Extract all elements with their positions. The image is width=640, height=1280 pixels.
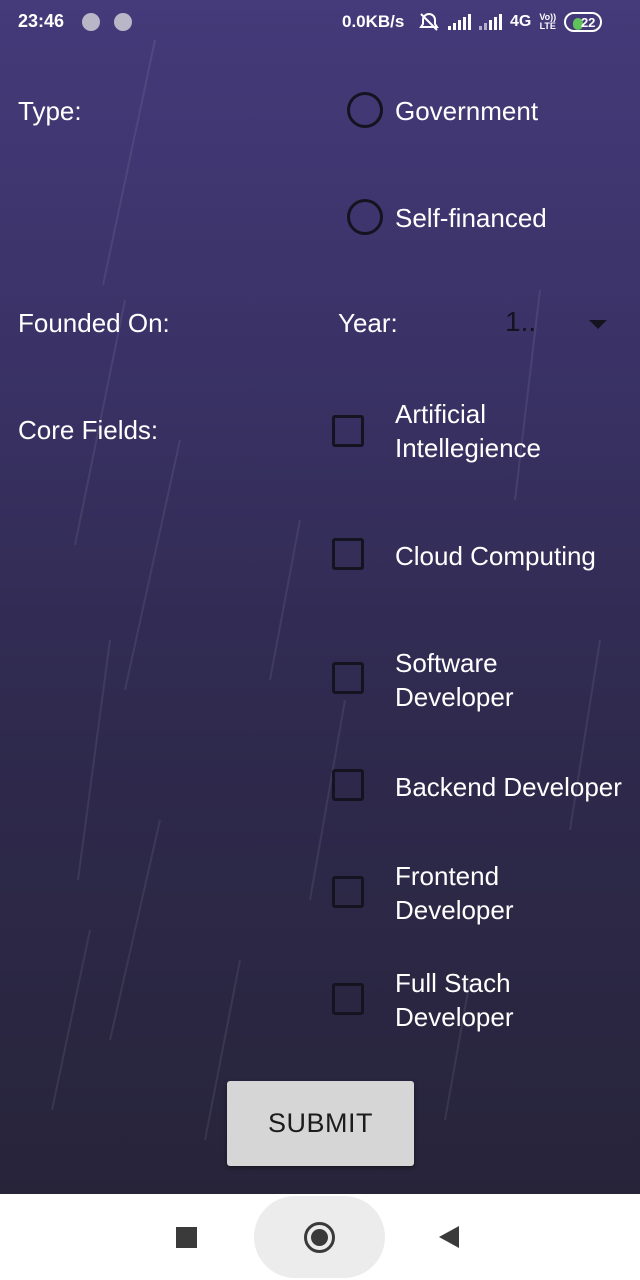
option-line: Software [395,648,498,678]
radio-self-financed-label[interactable]: Self-financed [395,201,547,235]
option-line: Frontend [395,861,500,891]
checkbox-backend-developer[interactable] [332,769,364,801]
signal-strength-icon [479,14,502,30]
checkbox-software-developer[interactable] [332,662,364,694]
checkbox-frontend-developer[interactable] [332,876,364,908]
battery-icon: 22 [564,12,603,32]
radio-self-financed[interactable] [347,199,383,235]
back-icon[interactable] [439,1226,459,1248]
battery-level: 22 [580,14,596,30]
alarm-off-icon [419,12,439,31]
navigation-bar [0,1194,640,1280]
checkbox-cloud-computing[interactable] [332,538,364,570]
lte-label: LTE [539,21,556,31]
type-label: Type: [18,96,82,126]
option-line: Cloud Computing [395,541,596,571]
option-line: Intellegience [395,433,541,463]
checkbox-artificial-intelligence[interactable] [332,415,364,447]
rain-background [51,39,601,1141]
network-type: 4G [510,13,532,30]
submit-button[interactable]: SUBMIT [227,1081,414,1166]
volte-icon: Vo)) LTE [539,13,556,31]
checkbox-backend-developer-label[interactable]: Backend Developer [395,770,622,804]
home-icon[interactable] [304,1222,335,1253]
app-screen: 23:46 0.0KB/s 4G Vo)) LTE 22 Type: Gover… [0,0,640,1194]
notification-dot-icon [114,13,132,31]
option-line: Developer [395,682,514,712]
signal-strength-icon [448,14,471,30]
option-line: Backend Developer [395,772,622,802]
radio-government[interactable] [347,92,383,128]
checkbox-full-stack-developer-label[interactable]: Full Stach Developer [395,966,514,1034]
founded-on-label: Founded On: [18,308,170,338]
year-label: Year: [338,308,398,338]
status-icons: 4G Vo)) LTE 22 [418,10,603,34]
year-dropdown-value[interactable]: 1.. [505,306,536,338]
checkbox-frontend-developer-label[interactable]: Frontend Developer [395,859,514,927]
option-line: Full Stach [395,968,511,998]
checkbox-cloud-computing-label[interactable]: Cloud Computing [395,539,596,573]
option-line: Artificial [395,399,487,429]
network-speed: 0.0KB/s [342,12,405,31]
checkbox-full-stack-developer[interactable] [332,983,364,1015]
recents-icon[interactable] [176,1227,197,1248]
option-line: Developer [395,1002,514,1032]
notification-dot-icon [82,13,100,31]
option-line: Developer [395,895,514,925]
core-fields-label: Core Fields: [18,415,159,445]
status-bar: 23:46 0.0KB/s 4G Vo)) LTE 22 [0,0,640,46]
dropdown-arrow-icon[interactable] [589,320,607,329]
status-time: 23:46 [18,11,65,31]
radio-government-label[interactable]: Government [395,94,538,128]
checkbox-artificial-intelligence-label[interactable]: Artificial Intellegience [395,397,541,465]
checkbox-software-developer-label[interactable]: Software Developer [395,646,514,714]
